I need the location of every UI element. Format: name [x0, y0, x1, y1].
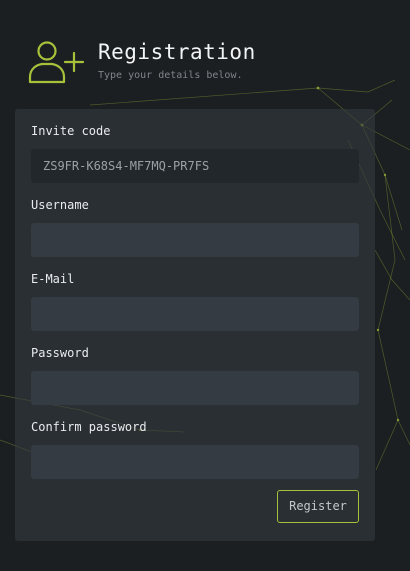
- password-input[interactable]: [31, 371, 359, 405]
- register-button[interactable]: Register: [277, 490, 359, 523]
- invite-code-input[interactable]: [31, 149, 359, 183]
- email-input[interactable]: [31, 297, 359, 331]
- confirm-password-label: Confirm password: [31, 420, 147, 434]
- password-label: Password: [31, 346, 89, 360]
- username-label: Username: [31, 198, 89, 212]
- email-label: E-Mail: [31, 272, 75, 286]
- page-title: Registration: [98, 40, 256, 64]
- confirm-password-input[interactable]: [31, 445, 359, 479]
- invite-code-label: Invite code: [31, 124, 111, 138]
- username-input[interactable]: [31, 223, 359, 257]
- user-plus-icon: [28, 41, 84, 84]
- page-subtitle: Type your details below.: [98, 70, 243, 81]
- registration-form: Invite code Username E-Mail Password Con…: [15, 109, 375, 541]
- page-header: Registration Type your details below.: [28, 38, 388, 88]
